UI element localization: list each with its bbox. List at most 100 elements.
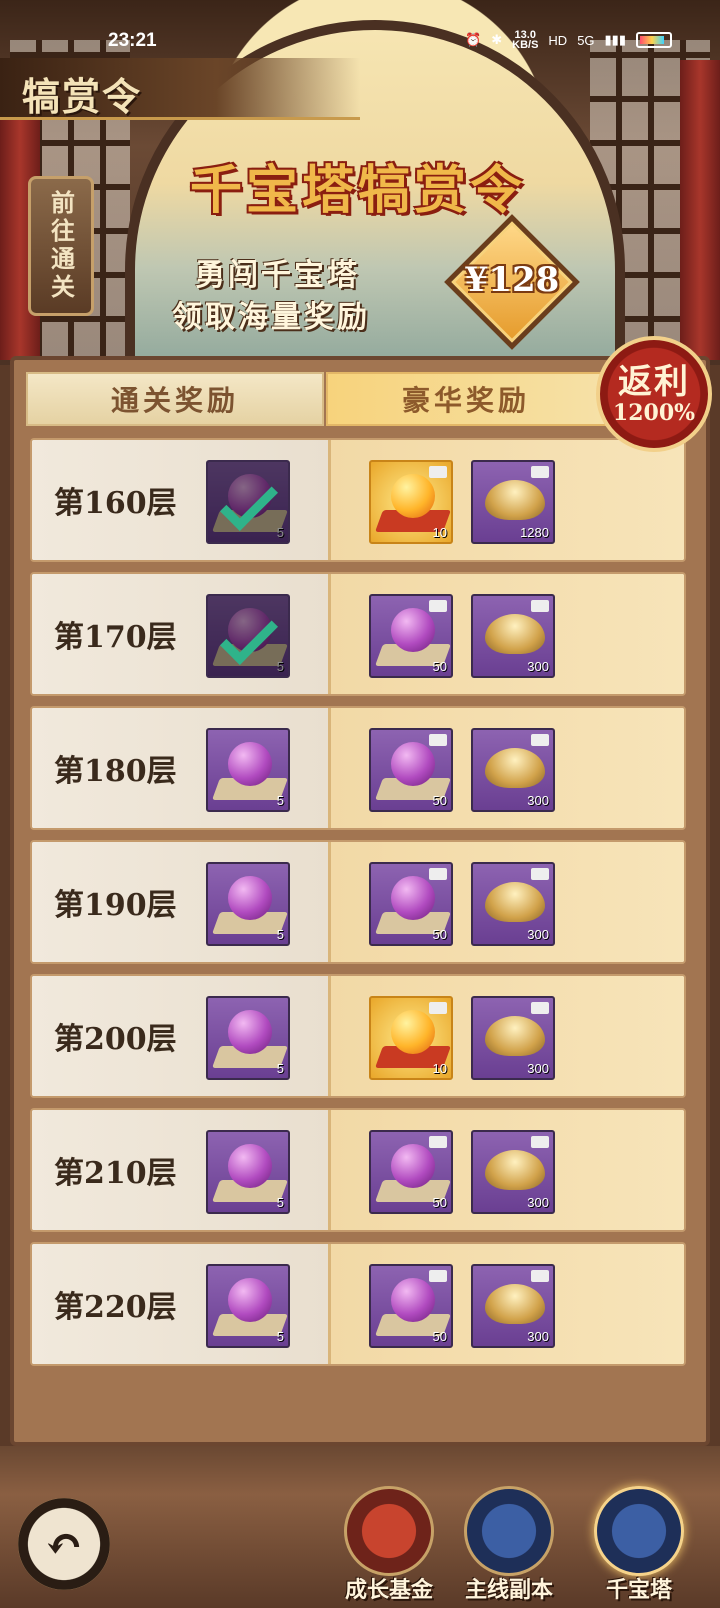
- bind-tag-icon: [531, 1002, 549, 1014]
- bottom-nav: ↶ 成长基金 主线副本 千宝塔: [0, 1446, 720, 1608]
- orb-icon: [391, 608, 435, 652]
- floor-label: 第170层: [54, 620, 177, 655]
- price-label: ¥128: [464, 260, 560, 300]
- free-reward-cell: 第170层 5: [32, 574, 328, 694]
- deluxe-reward-cell: 50 300: [328, 1244, 684, 1364]
- tower-button[interactable]: 千宝塔: [584, 1486, 694, 1606]
- reward-panel: 通关奖励 豪华奖励 第160层 5 10 1280 第170层 5 50 300 第180层 5 5…: [10, 356, 710, 1446]
- floor-label: 第160层: [54, 486, 177, 521]
- rebate-percent: 1200%: [612, 400, 696, 426]
- orb-item[interactable]: 5: [206, 1264, 290, 1348]
- bind-tag-icon: [531, 466, 549, 478]
- item-qty: 300: [527, 659, 549, 674]
- orb-item[interactable]: 5: [206, 460, 290, 544]
- item-qty: 50: [432, 659, 447, 674]
- back-button[interactable]: ↶: [18, 1498, 110, 1590]
- gold-ingot-icon: [485, 614, 545, 654]
- growth-fund-label: 成长基金: [344, 1577, 433, 1603]
- deluxe-reward-cell: 10 300: [328, 976, 684, 1096]
- money-bag-icon: [344, 1486, 434, 1576]
- net-speed-unit: KB/S: [512, 39, 539, 51]
- gold-ingot-icon: [485, 1284, 545, 1324]
- gold-ingot-icon: [485, 480, 545, 520]
- bind-tag-icon: [429, 868, 447, 880]
- orb-item[interactable]: 50: [369, 1264, 453, 1348]
- bind-tag-icon: [429, 600, 447, 612]
- reward-row: 第180层 5 50 300: [30, 706, 686, 830]
- bind-tag-icon: [531, 1136, 549, 1148]
- item-qty: 10: [432, 1061, 447, 1076]
- bind-tag-icon: [429, 734, 447, 746]
- status-time: 23:21: [108, 30, 157, 51]
- bind-tag-icon: [531, 600, 549, 612]
- tab-deluxe-rewards[interactable]: 豪华奖励: [326, 372, 606, 426]
- item-qty: 5: [276, 1061, 284, 1076]
- orb-item[interactable]: 5: [206, 862, 290, 946]
- bluetooth-icon: ✱: [491, 32, 503, 47]
- ingot-item[interactable]: 300: [471, 728, 555, 812]
- bind-tag-icon: [429, 1136, 447, 1148]
- item-qty: 300: [527, 927, 549, 942]
- go-clear-button[interactable]: 前往通关: [28, 176, 94, 316]
- bind-tag-icon: [429, 1002, 447, 1014]
- free-reward-cell: 第190层 5: [32, 842, 328, 962]
- price-button[interactable]: ¥128: [444, 214, 580, 350]
- reward-row: 第170层 5 50 300: [30, 572, 686, 696]
- reward-row: 第160层 5 10 1280: [30, 438, 686, 562]
- floor-label: 第190层: [54, 888, 177, 923]
- reward-row: 第190层 5 50 300: [30, 840, 686, 964]
- orb-item[interactable]: 5: [206, 996, 290, 1080]
- item-qty: 5: [276, 659, 284, 674]
- floor-label: 第210层: [54, 1156, 177, 1191]
- item-qty: 5: [276, 1195, 284, 1210]
- gold-orb-item[interactable]: 10: [369, 460, 453, 544]
- orb-item[interactable]: 5: [206, 728, 290, 812]
- ingot-item[interactable]: 300: [471, 862, 555, 946]
- tab-clear-rewards[interactable]: 通关奖励: [26, 372, 324, 426]
- orb-item[interactable]: 50: [369, 862, 453, 946]
- net-speed: 13.0 KB/S: [512, 30, 539, 51]
- bind-tag-icon: [531, 868, 549, 880]
- gold-orb-item[interactable]: 10: [369, 996, 453, 1080]
- ingot-item[interactable]: 1280: [471, 460, 555, 544]
- ingot-item[interactable]: 300: [471, 1264, 555, 1348]
- orb-item[interactable]: 50: [369, 594, 453, 678]
- orb-icon: [228, 742, 272, 786]
- bind-tag-icon: [531, 1270, 549, 1282]
- token-icon: [464, 1486, 554, 1576]
- deluxe-reward-cell: 50 300: [328, 574, 684, 694]
- main-dungeon-button[interactable]: 主线副本: [454, 1486, 564, 1606]
- deluxe-reward-cell: 50 300: [328, 842, 684, 962]
- ingot-item[interactable]: 300: [471, 1130, 555, 1214]
- reward-row: 第210层 5 50 300: [30, 1108, 686, 1232]
- free-reward-cell: 第200层 5: [32, 976, 328, 1096]
- token-icon: [594, 1486, 684, 1576]
- orb-icon: [228, 876, 272, 920]
- orb-icon: [391, 1144, 435, 1188]
- orb-item[interactable]: 50: [369, 1130, 453, 1214]
- free-reward-cell: 第220层 5: [32, 1244, 328, 1364]
- orb-item[interactable]: 5: [206, 1130, 290, 1214]
- hd-badge: HD: [548, 32, 568, 48]
- growth-fund-button[interactable]: 成长基金: [334, 1486, 444, 1606]
- ingot-item[interactable]: 300: [471, 594, 555, 678]
- orb-item[interactable]: 5: [206, 594, 290, 678]
- ingot-item[interactable]: 300: [471, 996, 555, 1080]
- bind-tag-icon: [429, 466, 447, 478]
- orb-icon: [228, 1144, 272, 1188]
- hero-subtitle-2: 领取海量奖励: [172, 300, 370, 335]
- free-reward-cell: 第160层 5: [32, 440, 328, 560]
- bind-tag-icon: [531, 734, 549, 746]
- item-qty: 300: [527, 793, 549, 808]
- item-qty: 10: [432, 525, 447, 540]
- gold-ingot-icon: [485, 1150, 545, 1190]
- hero-title: 千宝塔犒赏令: [190, 160, 527, 221]
- orb-icon: [228, 1278, 272, 1322]
- orb-item[interactable]: 50: [369, 728, 453, 812]
- curtain-right: [680, 60, 720, 360]
- gold-orb-icon: [391, 474, 435, 518]
- go-clear-label: 前往通关: [46, 190, 76, 302]
- reward-row: 第200层 5 10 300: [30, 974, 686, 1098]
- battery-icon: [636, 32, 672, 48]
- deluxe-reward-cell: 10 1280: [328, 440, 684, 560]
